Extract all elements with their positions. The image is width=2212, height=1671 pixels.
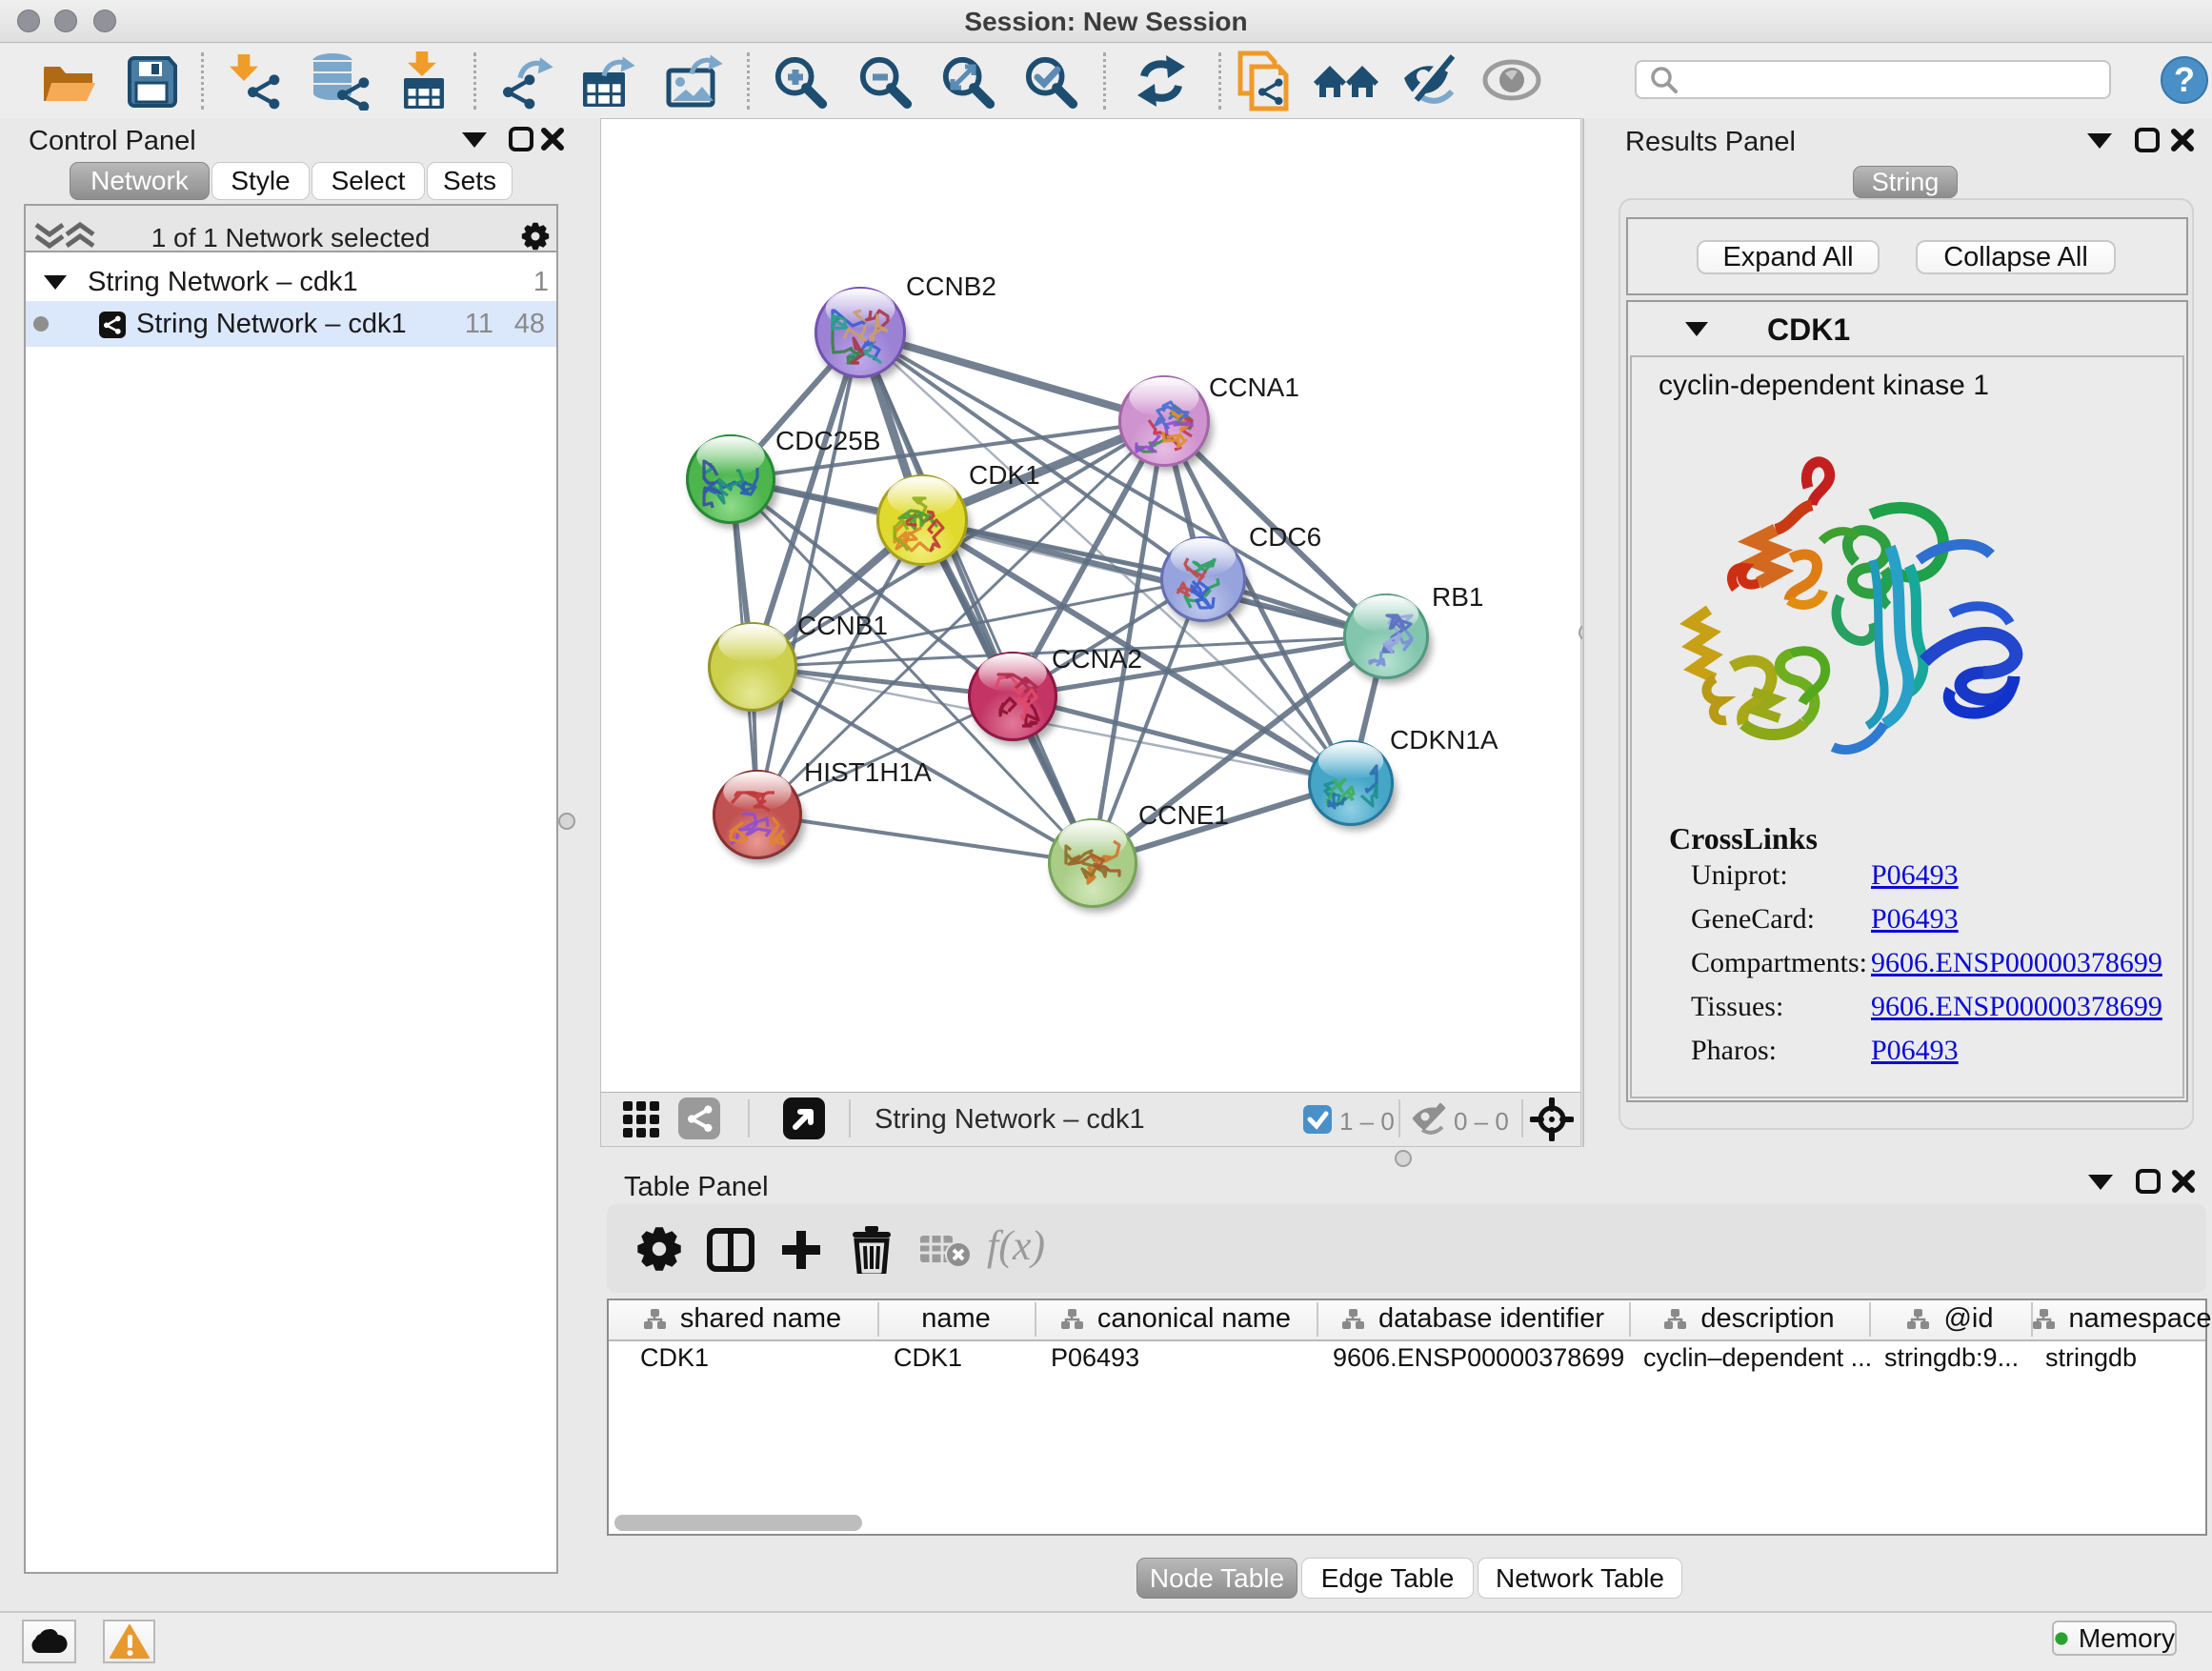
svg-text:HIST1H1A: HIST1H1A — [804, 757, 932, 787]
svg-text:CDC25B: CDC25B — [775, 426, 880, 455]
svg-text:CCNA2: CCNA2 — [1052, 644, 1142, 674]
svg-text:CCNB1: CCNB1 — [797, 611, 888, 640]
svg-text:CCNA1: CCNA1 — [1209, 372, 1299, 402]
svg-text:RB1: RB1 — [1432, 582, 1483, 612]
svg-text:CCNB2: CCNB2 — [906, 272, 996, 301]
svg-text:CDK1: CDK1 — [969, 460, 1040, 490]
svg-text:?: ? — [2174, 60, 2195, 99]
svg-text:CDKN1A: CDKN1A — [1390, 725, 1498, 755]
svg-text:CCNE1: CCNE1 — [1138, 800, 1229, 830]
svg-text:CDC6: CDC6 — [1249, 522, 1321, 552]
